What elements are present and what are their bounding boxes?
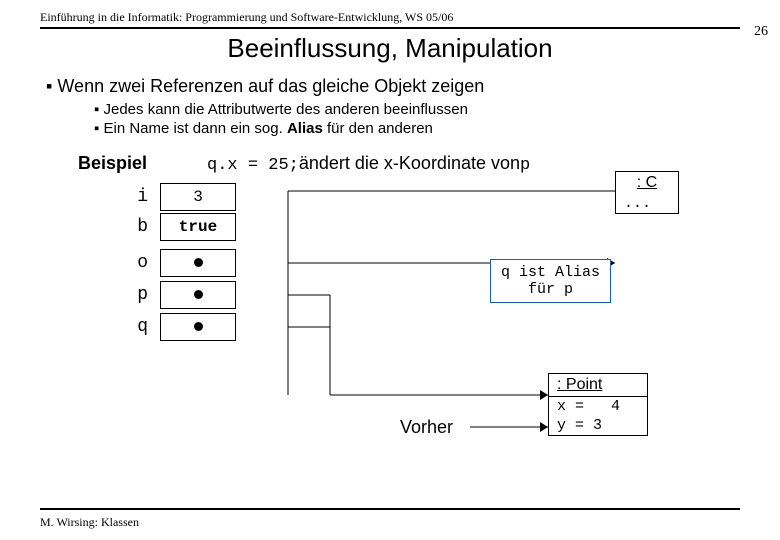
object-head: : C: [616, 172, 678, 194]
bullet-level1: ▪ Wenn zwei Referenzen auf das gleiche O…: [46, 76, 740, 97]
header-rule: [40, 27, 740, 29]
object-head: : Point: [549, 374, 647, 397]
example-sentence-var: p: [520, 156, 530, 175]
example-sentence-pre: ändert die x-Koordinate von: [299, 153, 520, 174]
course-header: Einführung in die Informatik: Programmie…: [40, 10, 740, 25]
var-value: [160, 313, 236, 341]
var-name: o: [120, 253, 160, 273]
bullet-text: Jedes kann die Attributwerte des anderen…: [104, 101, 468, 118]
var-value: [160, 281, 236, 309]
bullet-text-post: für den anderen: [323, 120, 433, 137]
callout-line: q ist Alias: [501, 264, 600, 281]
bullet-level2-b: ▪ Ein Name ist dann ein sog. Alias für d…: [94, 120, 740, 139]
var-o: o: [120, 249, 236, 277]
var-name: p: [120, 285, 160, 305]
var-i: i 3: [120, 183, 236, 211]
var-value: 3: [160, 183, 236, 211]
example-code: q.x = 25;: [207, 156, 299, 175]
bullet-icon: ▪: [94, 101, 104, 118]
var-q: q: [120, 313, 236, 341]
object-point: : Point x = 4 y = 3: [548, 373, 648, 436]
var-b: b true: [120, 213, 236, 241]
object-row: x = 4: [549, 397, 647, 416]
bullet-text-bold: Alias: [287, 120, 323, 137]
var-value: [160, 249, 236, 277]
pointer-dot-icon: [194, 258, 203, 267]
page-number: 26: [754, 24, 768, 40]
bullet-icon: ▪: [94, 120, 104, 137]
var-name: b: [120, 217, 160, 237]
var-name: q: [120, 317, 160, 337]
object-row: y = 3: [549, 416, 647, 435]
pointer-dot-icon: [194, 322, 203, 331]
slide-title: Beeinflussung, Manipulation: [40, 33, 740, 64]
footer-rule: [40, 508, 740, 510]
alias-callout: q ist Alias für p: [490, 259, 611, 303]
var-value: true: [160, 213, 236, 241]
var-name: i: [120, 187, 160, 207]
vorher-label: Vorher: [400, 417, 453, 438]
diagram: i 3 b true o p q : C ... q ist Alias für…: [120, 183, 740, 463]
pointer-dot-icon: [194, 290, 203, 299]
bullet-text-pre: Ein Name ist dann ein sog.: [104, 120, 287, 137]
example-label: Beispiel: [78, 153, 147, 174]
bullet-text: Wenn zwei Referenzen auf das gleiche Obj…: [57, 76, 484, 96]
bullet-level2-a: ▪ Jedes kann die Attributwerte des ander…: [94, 101, 740, 120]
bullet-icon: ▪: [46, 76, 57, 96]
object-c: : C ...: [615, 171, 679, 214]
var-p: p: [120, 281, 236, 309]
callout-line: für p: [501, 281, 600, 298]
var-value-text: true: [179, 218, 217, 236]
object-body: ...: [616, 194, 678, 213]
footer-text: M. Wirsing: Klassen: [40, 515, 139, 530]
